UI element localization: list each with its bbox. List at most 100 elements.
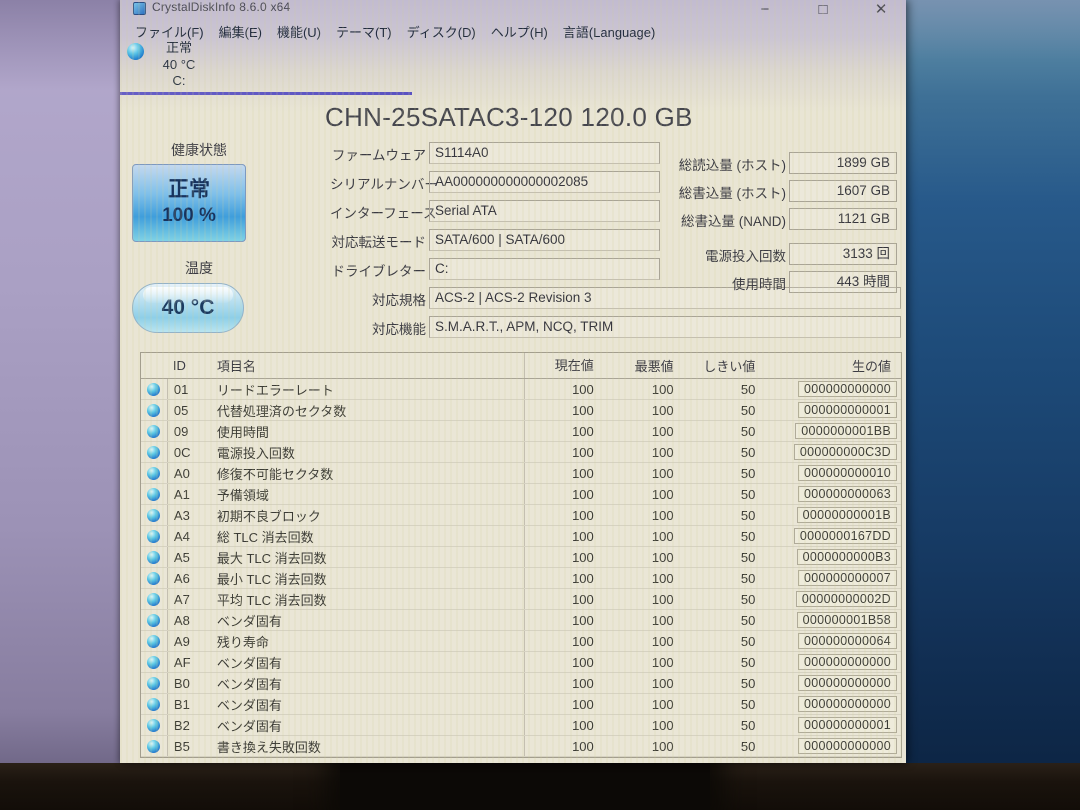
smart-cell-worst: 100 [602, 571, 682, 586]
screen-photo: CrystalDiskInfo 8.6.0 x64 − □ ✕ ファイル(F) 編… [0, 0, 1080, 810]
menu-item-function[interactable]: 機能(U) [277, 22, 321, 41]
smart-cell-raw: 000000000063 [763, 486, 901, 503]
stat-row: 電源投入回数3133 回 [658, 243, 900, 265]
info-field-label: 対応機能 [330, 318, 426, 338]
status-orb-icon [147, 551, 160, 564]
desktop-wallpaper-left [0, 0, 122, 810]
status-orb-icon [147, 698, 160, 711]
smart-table-row[interactable]: A9残り寿命10010050000000000064 [141, 631, 901, 652]
status-orb-icon [147, 425, 160, 438]
smart-cell-name: 使用時間 [207, 422, 524, 441]
smart-cell-current: 100 [524, 526, 602, 546]
stat-value: 1899 GB [789, 152, 897, 174]
smart-table-row[interactable]: A8ベンダ固有10010050000000001B58 [141, 610, 901, 631]
smart-cell-id: A6 [167, 568, 207, 588]
smart-table-row[interactable]: A4総 TLC 消去回数100100500000000167DD [141, 526, 901, 547]
info-field-value: S.M.A.R.T., APM, NCQ, TRIM [429, 316, 901, 338]
smart-table-row[interactable]: 01リードエラーレート10010050000000000000 [141, 379, 901, 400]
smart-cell-id: A4 [167, 526, 207, 546]
smart-table-row[interactable]: B0ベンダ固有10010050000000000000 [141, 673, 901, 694]
window-title: CrystalDiskInfo 8.6.0 x64 [152, 0, 290, 14]
menu-item-file[interactable]: ファイル(F) [135, 22, 204, 41]
smart-cell-raw: 000000001B58 [763, 612, 901, 629]
smart-table-row[interactable]: A0修復不可能セクタ数10010050000000000010 [141, 463, 901, 484]
smart-table-row[interactable]: AFベンダ固有10010050000000000000 [141, 652, 901, 673]
smart-cell-orb [141, 694, 167, 714]
smart-cell-id: AF [167, 652, 207, 672]
close-button[interactable]: ✕ [870, 1, 892, 19]
status-orb-icon [147, 740, 160, 753]
maximize-button[interactable]: □ [812, 1, 834, 19]
smart-cell-raw: 000000000C3D [763, 444, 901, 461]
health-status-label: 健康状態 [138, 140, 260, 160]
smart-cell-worst: 100 [602, 655, 682, 670]
smart-table-row[interactable]: 05代替処理済のセクタ数10010050000000000001 [141, 400, 901, 421]
smart-table-row[interactable]: A3初期不良ブロック1001005000000000001B [141, 505, 901, 526]
crystaldiskinfo-window: CrystalDiskInfo 8.6.0 x64 − □ ✕ ファイル(F) 編… [120, 0, 906, 763]
menu-item-theme[interactable]: テーマ(T) [336, 22, 392, 41]
drive-tab-c[interactable]: 正常 40 °C C: [120, 40, 240, 94]
stat-row: 総書込量 (NAND)1121 GB [658, 208, 900, 230]
smart-attributes-table: ID項目名現在値最悪値しきい値生の値 01リードエラーレート1001005000… [140, 352, 902, 758]
smart-header-name: 項目名 [207, 356, 524, 375]
menu-item-disk[interactable]: ディスク(D) [407, 22, 476, 41]
status-orb-icon [147, 572, 160, 585]
stat-label: 総書込量 (ホスト) [658, 182, 786, 202]
smart-table-row[interactable]: A1予備領域10010050000000000063 [141, 484, 901, 505]
minimize-button[interactable]: − [754, 1, 776, 19]
health-status-button[interactable]: 正常 100 % [132, 164, 246, 242]
health-status-value: 正常 [168, 177, 210, 203]
smart-table-row[interactable]: A6最小 TLC 消去回数10010050000000000007 [141, 568, 901, 589]
smart-cell-worst: 100 [602, 592, 682, 607]
smart-cell-orb [141, 547, 167, 567]
smart-cell-current: 100 [524, 505, 602, 525]
status-orb-icon [147, 593, 160, 606]
smart-cell-worst: 100 [602, 487, 682, 502]
info-field-label: シリアルナンバー [330, 173, 426, 193]
smart-cell-orb [141, 421, 167, 441]
info-field-label: ファームウェア [330, 144, 426, 164]
menu-item-edit[interactable]: 編集(E) [219, 22, 262, 41]
smart-cell-name: 電源投入回数 [207, 443, 524, 462]
smart-cell-worst: 100 [602, 550, 682, 565]
smart-table-row[interactable]: B1ベンダ固有10010050000000000000 [141, 694, 901, 715]
smart-cell-orb [141, 526, 167, 546]
smart-table-row[interactable]: B2ベンダ固有10010050000000000001 [141, 715, 901, 736]
smart-table-row[interactable]: 09使用時間100100500000000001BB [141, 421, 901, 442]
temperature-gauge[interactable]: 40 °C [132, 283, 244, 333]
smart-table-row[interactable]: A7平均 TLC 消去回数1001005000000000002D [141, 589, 901, 610]
smart-cell-raw: 0000000167DD [763, 528, 901, 545]
stat-label: 使用時間 [658, 273, 786, 293]
drive-tab-temperature: 40 °C [136, 57, 222, 74]
smart-table-row[interactable]: B5書き換え失敗回数10010050000000000000 [141, 736, 901, 757]
smart-cell-current: 100 [524, 568, 602, 588]
raw-value-box: 000000000C3D [794, 444, 897, 460]
smart-cell-raw: 0000000000B3 [763, 549, 901, 566]
smart-cell-orb [141, 400, 167, 420]
info-field-label: 対応規格 [330, 289, 426, 309]
status-orb-icon [147, 488, 160, 501]
smart-cell-threshold: 50 [682, 445, 764, 460]
menu-item-help[interactable]: ヘルプ(H) [491, 22, 548, 41]
smart-cell-id: A8 [167, 610, 207, 630]
temperature-value: 40 °C [162, 296, 215, 320]
raw-value-box: 000000000007 [798, 570, 897, 586]
smart-table-row[interactable]: A5最大 TLC 消去回数100100500000000000B3 [141, 547, 901, 568]
raw-value-box: 000000000000 [798, 696, 897, 712]
smart-table-row[interactable]: 0C電源投入回数10010050000000000C3D [141, 442, 901, 463]
raw-value-box: 000000000010 [798, 465, 897, 481]
raw-value-box: 000000000064 [798, 633, 897, 649]
menu-item-language[interactable]: 言語(Language) [563, 22, 656, 41]
smart-header-worst: 最悪値 [602, 356, 682, 375]
smart-cell-current: 100 [524, 463, 602, 483]
smart-cell-orb [141, 631, 167, 651]
raw-value-box: 0000000167DD [794, 528, 897, 544]
smart-cell-raw: 000000000007 [763, 570, 901, 587]
smart-cell-orb [141, 484, 167, 504]
smart-cell-current: 100 [524, 589, 602, 609]
smart-cell-name: 予備領域 [207, 485, 524, 504]
raw-value-box: 000000000000 [798, 381, 897, 397]
raw-value-box: 000000000000 [798, 654, 897, 670]
raw-value-box: 000000000000 [798, 675, 897, 691]
smart-cell-current: 100 [524, 673, 602, 693]
